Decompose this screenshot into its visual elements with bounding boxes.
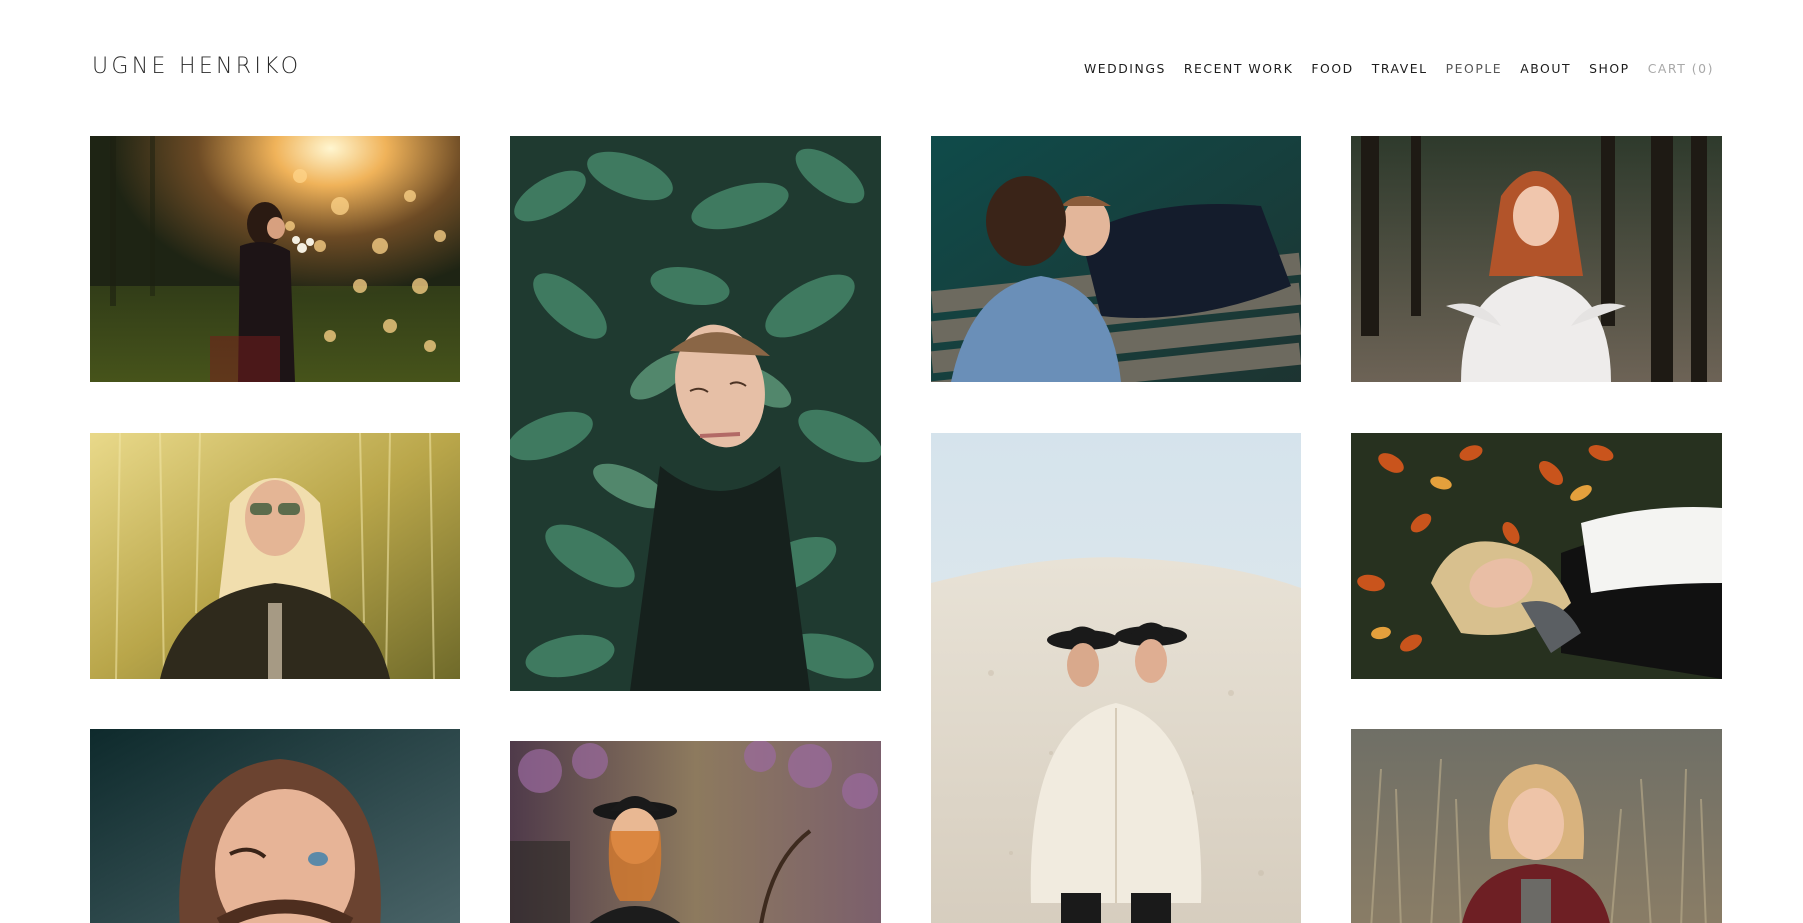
photo-woman-autumn-leaves[interactable] [1351, 433, 1722, 679]
photo-blonde-woman-willow[interactable] [90, 433, 460, 679]
nav-people[interactable]: PEOPLE [1446, 61, 1503, 76]
photo-woman-in-leaves[interactable] [510, 136, 881, 691]
nav-cart[interactable]: CART (0) [1648, 61, 1714, 76]
photo-image [1351, 433, 1722, 679]
nav-recent-work[interactable]: RECENT WORK [1184, 61, 1293, 76]
site-logo[interactable]: UGNE HENRIKO [92, 54, 301, 79]
photo-image [90, 729, 460, 923]
photo-image [1351, 136, 1722, 382]
photo-image [90, 136, 460, 382]
photo-redhead-in-forest[interactable] [1351, 136, 1722, 382]
photo-blonde-in-grass[interactable] [1351, 729, 1722, 923]
photo-woman-with-flowers[interactable] [90, 136, 460, 382]
photo-image [90, 433, 460, 679]
nav-shop[interactable]: SHOP [1589, 61, 1630, 76]
photo-image [510, 741, 881, 923]
page: UGNE HENRIKO WEDDINGS RECENT WORK FOOD T… [0, 0, 1803, 923]
nav-about[interactable]: ABOUT [1520, 61, 1571, 76]
nav-travel[interactable]: TRAVEL [1372, 61, 1428, 76]
photo-two-women-in-hats[interactable] [931, 433, 1301, 923]
photo-image [931, 433, 1301, 923]
main-nav: WEDDINGS RECENT WORK FOOD TRAVEL PEOPLE … [1084, 61, 1714, 76]
nav-food[interactable]: FOOD [1311, 61, 1353, 76]
photo-woman-hat-lilacs[interactable] [510, 741, 881, 923]
photo-image [510, 136, 881, 691]
photo-image [1351, 729, 1722, 923]
nav-weddings[interactable]: WEDDINGS [1084, 61, 1166, 76]
photo-couple-on-bench[interactable] [931, 136, 1301, 382]
photo-woman-winking[interactable] [90, 729, 460, 923]
photo-image [931, 136, 1301, 382]
